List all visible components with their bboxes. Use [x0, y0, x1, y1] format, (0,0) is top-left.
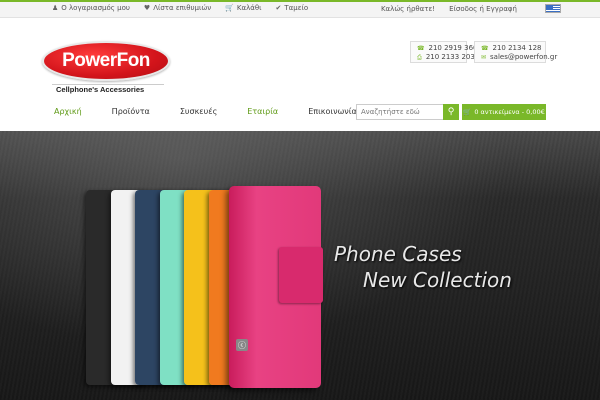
- email-row[interactable]: ✉ sales@powerfon.gr: [481, 53, 557, 62]
- login-link[interactable]: Είσοδος ή Εγγραφή: [449, 5, 517, 13]
- user-icon: ♟: [52, 4, 59, 12]
- phone-row-2: ☎ 210 2134 128: [481, 44, 542, 52]
- hero-subtitle: New Collection: [363, 268, 512, 292]
- top-right: Καλώς ήρθατε! Είσοδος ή Εγγραφή: [381, 4, 600, 13]
- tagline: Cellphone's Accessories: [56, 85, 145, 94]
- greek-flag-icon[interactable]: [545, 4, 561, 13]
- cart-button[interactable]: 🛒 0 αντικείμενα - 0,00€: [462, 104, 546, 120]
- top-links: ♟ Ο λογαριασμός μου ♥ Λίστα επιθυμιών 🛒 Καλ…: [52, 4, 308, 12]
- wishlist-link[interactable]: ♥ Λίστα επιθυμιών: [144, 4, 211, 12]
- checkout-link[interactable]: ✔ Ταμείο: [276, 4, 309, 12]
- nav-company[interactable]: Εταιρία: [247, 107, 278, 116]
- search-button[interactable]: ⚲: [443, 104, 459, 120]
- nav-home[interactable]: Αρχική: [54, 107, 82, 116]
- phone-icon: ☎: [417, 45, 425, 52]
- phone-row: ☎ 210 2919 360: [417, 44, 478, 52]
- logo[interactable]: PowerFon: [42, 41, 170, 81]
- hero-title: Phone Cases: [334, 242, 462, 266]
- contact-box-email: ☎ 210 2134 128 ✉ sales@powerfon.gr: [474, 41, 557, 63]
- cart-icon: 🛒: [225, 4, 234, 12]
- phone-icon: ☎: [481, 45, 489, 52]
- cart-link[interactable]: 🛒 Καλάθι: [225, 4, 261, 12]
- brand-badge-icon: ⓒ: [236, 339, 248, 351]
- envelope-icon: ✉: [481, 54, 487, 61]
- heart-icon: ♥: [143, 4, 151, 12]
- nav-contact[interactable]: Επικοινωνία: [308, 107, 357, 116]
- logo-text: PowerFon: [62, 50, 150, 71]
- top-bar: ♟ Ο λογαριασμός μου ♥ Λίστα επιθυμιών 🛒 Καλ…: [0, 0, 600, 18]
- search-icon: ⚲: [447, 107, 455, 117]
- main-nav: Αρχική Προϊόντα Συσκευές Εταιρία Επικοιν…: [54, 107, 387, 116]
- account-link[interactable]: ♟ Ο λογαριασμός μου: [52, 4, 130, 12]
- fax-row: ⎙ 210 2133 203: [417, 53, 475, 61]
- checkmark-icon: ✔: [275, 4, 282, 12]
- cart-icon: 🛒: [463, 108, 472, 116]
- contact-box-phones: ☎ 210 2919 360 ⎙ 210 2133 203: [410, 41, 478, 63]
- printer-icon: ⎙: [417, 54, 422, 61]
- nav-products[interactable]: Προϊόντα: [112, 107, 150, 116]
- welcome-text: Καλώς ήρθατε!: [380, 4, 436, 13]
- nav-devices[interactable]: Συσκευές: [180, 107, 217, 116]
- case-strap: [279, 247, 323, 303]
